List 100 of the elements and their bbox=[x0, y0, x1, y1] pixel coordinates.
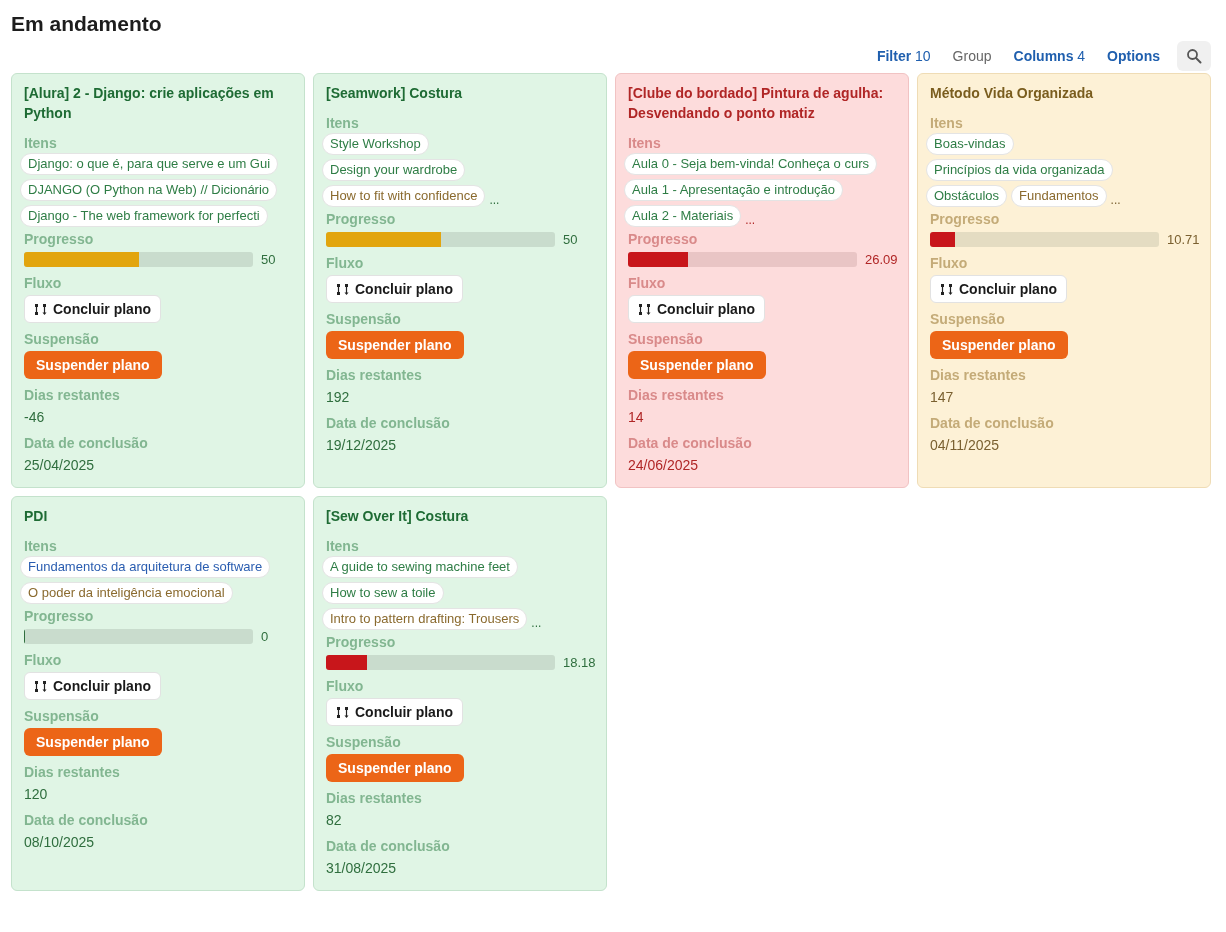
completion-date-value: 04/11/2025 bbox=[930, 436, 1000, 455]
workflow-icon bbox=[336, 282, 349, 296]
field-label: Dias restantes bbox=[628, 386, 724, 405]
days-remaining-value: 192 bbox=[326, 388, 350, 407]
workflow-icon bbox=[34, 302, 47, 316]
item-chip[interactable]: Fundamentos bbox=[1011, 185, 1107, 207]
item-chip[interactable]: Boas-vindas bbox=[926, 133, 1014, 155]
item-chip[interactable]: Django - The web framework for perfecti bbox=[20, 205, 268, 227]
completion-date-value: 19/12/2025 bbox=[326, 436, 397, 455]
field-label: Itens bbox=[24, 134, 57, 153]
workflow-icon bbox=[336, 705, 349, 719]
field-label: Dias restantes bbox=[24, 763, 120, 782]
field-label: Suspensão bbox=[24, 330, 99, 349]
field-label: Progresso bbox=[628, 230, 698, 249]
page-title: Em andamento bbox=[11, 12, 163, 36]
item-chip[interactable]: Design your wardrobe bbox=[322, 159, 466, 181]
item-chip[interactable]: DJANGO (O Python na Web) // Dicionário bbox=[20, 179, 278, 201]
completion-date-value: 08/10/2025 bbox=[24, 833, 95, 852]
field-label: Dias restantes bbox=[326, 366, 422, 385]
workflow-icon bbox=[34, 679, 47, 693]
complete-plan-button[interactable]: Concluir plano bbox=[326, 698, 463, 726]
field-label: Fluxo bbox=[326, 677, 364, 696]
item-chip[interactable]: Django: o que é, para que serve e um Gui bbox=[20, 153, 279, 175]
card-title[interactable]: [Clube do bordado] Pintura de agulha: Desvendando o ponto matiz bbox=[628, 83, 900, 123]
completion-date-value: 24/06/2025 bbox=[628, 456, 699, 475]
field-label: Progresso bbox=[326, 210, 396, 229]
workflow-icon bbox=[940, 282, 953, 296]
more-indicator: ... bbox=[489, 193, 500, 207]
completion-date-value: 25/04/2025 bbox=[24, 456, 95, 475]
days-remaining-value: -46 bbox=[24, 408, 45, 427]
field-label: Data de conclusão bbox=[24, 434, 148, 453]
field-label: Itens bbox=[930, 114, 963, 133]
field-label: Fluxo bbox=[628, 274, 666, 293]
field-label: Itens bbox=[326, 114, 359, 133]
toolbar-button[interactable]: Options bbox=[1098, 44, 1169, 68]
item-chip[interactable]: Intro to pattern drafting: Trousers bbox=[322, 608, 528, 630]
days-remaining-value: 120 bbox=[24, 785, 48, 804]
suspend-plan-button[interactable]: Suspender plano bbox=[930, 331, 1068, 359]
suspend-plan-button[interactable]: Suspender plano bbox=[326, 754, 464, 782]
item-chip[interactable]: Obstáculos bbox=[926, 185, 1008, 207]
item-chip[interactable]: Aula 0 - Seja bem-vinda! Conheça o curs bbox=[624, 153, 877, 175]
field-label: Data de conclusão bbox=[326, 837, 450, 856]
search-icon bbox=[1186, 48, 1202, 64]
item-chip[interactable]: Style Workshop bbox=[322, 133, 429, 155]
toolbar-button[interactable]: Filter 10 bbox=[867, 44, 940, 68]
complete-plan-button[interactable]: Concluir plano bbox=[628, 295, 765, 323]
card-title[interactable]: [Alura] 2 - Django: crie aplicações em Python bbox=[24, 83, 296, 123]
complete-plan-button[interactable]: Concluir plano bbox=[24, 672, 161, 700]
suspend-plan-button[interactable]: Suspender plano bbox=[628, 351, 766, 379]
item-chip[interactable]: How to sew a toile bbox=[322, 582, 444, 604]
field-label: Data de conclusão bbox=[628, 434, 752, 453]
complete-plan-button[interactable]: Concluir plano bbox=[930, 275, 1067, 303]
more-indicator: ... bbox=[1110, 193, 1121, 207]
progress-value: 26.09 bbox=[865, 252, 898, 267]
item-chip[interactable]: Aula 1 - Apresentação e introdução bbox=[624, 179, 844, 201]
field-label: Fluxo bbox=[930, 254, 968, 273]
field-label: Suspensão bbox=[326, 733, 401, 752]
field-label: Itens bbox=[628, 134, 661, 153]
item-chip[interactable]: Princípios da vida organizada bbox=[926, 159, 1113, 181]
field-label: Data de conclusão bbox=[930, 414, 1054, 433]
suspend-plan-button[interactable]: Suspender plano bbox=[24, 351, 162, 379]
field-label: Progresso bbox=[24, 230, 94, 249]
card-title[interactable]: PDI bbox=[24, 506, 48, 526]
days-remaining-value: 14 bbox=[628, 408, 644, 427]
toolbar-button[interactable]: Columns 4 bbox=[1004, 44, 1095, 68]
field-label: Fluxo bbox=[326, 254, 364, 273]
progress-value: 50 bbox=[563, 232, 578, 247]
progress-value: 50 bbox=[261, 252, 276, 267]
suspend-plan-button[interactable]: Suspender plano bbox=[24, 728, 162, 756]
field-label: Suspensão bbox=[930, 310, 1005, 329]
card-title[interactable]: [Seamwork] Costura bbox=[326, 83, 463, 103]
progress-value: 18.18 bbox=[563, 655, 596, 670]
card-title[interactable]: [Sew Over It] Costura bbox=[326, 506, 469, 526]
progress-value: 10.71 bbox=[1167, 232, 1200, 247]
item-chip[interactable]: Fundamentos da arquitetura de software bbox=[20, 556, 271, 578]
workflow-icon bbox=[638, 302, 651, 316]
search-button[interactable] bbox=[1177, 41, 1211, 71]
card-title[interactable]: Método Vida Organizada bbox=[930, 83, 1094, 103]
field-label: Itens bbox=[24, 537, 57, 556]
field-label: Itens bbox=[326, 537, 359, 556]
item-chip[interactable]: How to fit with confidence bbox=[322, 185, 486, 207]
suspend-plan-button[interactable]: Suspender plano bbox=[326, 331, 464, 359]
field-label: Dias restantes bbox=[930, 366, 1026, 385]
item-chip[interactable]: Aula 2 - Materiais bbox=[624, 205, 742, 227]
field-label: Data de conclusão bbox=[24, 811, 148, 830]
complete-plan-button[interactable]: Concluir plano bbox=[24, 295, 161, 323]
more-indicator: ... bbox=[531, 616, 542, 630]
days-remaining-value: 147 bbox=[930, 388, 954, 407]
progress-value: 0 bbox=[261, 629, 269, 644]
field-label: Suspensão bbox=[24, 707, 99, 726]
field-label: Progresso bbox=[326, 633, 396, 652]
field-label: Suspensão bbox=[326, 310, 401, 329]
item-chip[interactable]: A guide to sewing machine feet bbox=[322, 556, 518, 578]
field-label: Fluxo bbox=[24, 274, 62, 293]
field-label: Suspensão bbox=[628, 330, 703, 349]
complete-plan-button[interactable]: Concluir plano bbox=[326, 275, 463, 303]
completion-date-value: 31/08/2025 bbox=[326, 859, 397, 878]
field-label: Progresso bbox=[930, 210, 1000, 229]
field-label: Dias restantes bbox=[326, 789, 422, 808]
item-chip[interactable]: O poder da inteligência emocional bbox=[20, 582, 233, 604]
